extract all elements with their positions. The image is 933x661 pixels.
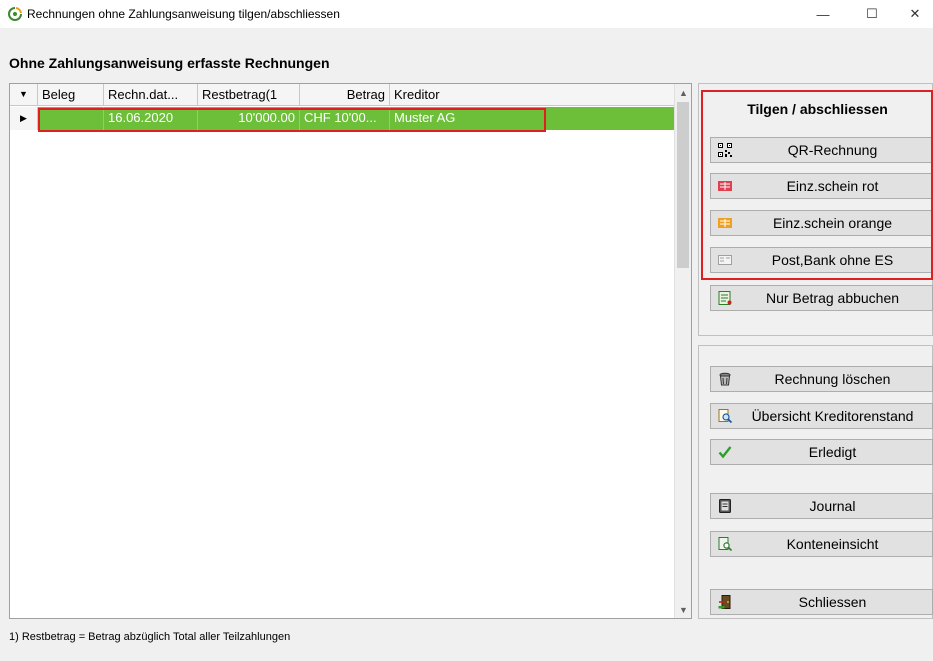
scroll-down-icon[interactable]: ▼ — [675, 601, 692, 618]
red-slip-icon — [718, 181, 732, 191]
window-title: Rechnungen ohne Zahlungsanweisung tilgen… — [27, 7, 340, 21]
invoice-grid[interactable]: ▼ Beleg Rechn.dat... Restbetrag(1 Betrag… — [9, 83, 692, 619]
schliessen-label: Schliessen — [798, 594, 867, 610]
cell-betrag[interactable]: CHF 10'00... — [300, 107, 390, 130]
table-row[interactable]: ▶ 16.06.2020 10'000.00 CHF 10'00... Must… — [10, 107, 674, 130]
konteneinsicht-label: Konteneinsicht — [786, 536, 879, 552]
column-header-beleg[interactable]: Beleg — [38, 84, 104, 106]
einzahlungsschein-rot-label: Einz.schein rot — [786, 178, 879, 194]
minimize-button[interactable]: — — [805, 0, 841, 28]
trash-icon — [719, 372, 731, 386]
account-view-icon — [718, 537, 732, 551]
magnifier-doc-icon — [718, 409, 732, 423]
journal-label: Journal — [809, 498, 856, 514]
vertical-scrollbar[interactable]: ▲ ▼ — [674, 84, 691, 618]
einzahlungsschein-orange-label: Einz.schein orange — [772, 215, 893, 231]
column-header-restbetrag[interactable]: Restbetrag(1 — [198, 84, 300, 106]
journal-button[interactable]: Journal — [710, 493, 933, 519]
footnote: 1) Restbetrag = Betrag abzüglich Total a… — [9, 631, 291, 643]
column-header-kreditor[interactable]: Kreditor — [390, 84, 674, 106]
page-title: Ohne Zahlungsanweisung erfasste Rechnung… — [9, 55, 330, 71]
close-button[interactable]: ✕ — [897, 0, 933, 28]
qr-code-icon — [718, 143, 732, 157]
post-bank-ohne-es-button[interactable]: Post,Bank ohne ES — [710, 247, 933, 273]
sort-icon[interactable]: ▼ — [10, 84, 38, 106]
grid-header: ▼ Beleg Rechn.dat... Restbetrag(1 Betrag… — [10, 84, 674, 106]
rechnung-loeschen-button[interactable]: Rechnung löschen — [710, 366, 933, 392]
orange-slip-icon — [718, 218, 732, 228]
konteneinsicht-button[interactable]: Konteneinsicht — [710, 531, 933, 557]
rechnung-loeschen-label: Rechnung löschen — [774, 371, 891, 387]
column-header-betrag[interactable]: Betrag — [300, 84, 390, 106]
erledigt-label: Erledigt — [808, 444, 857, 460]
cell-kreditor[interactable]: Muster AG — [390, 107, 674, 130]
einzahlungsschein-rot-button[interactable]: Einz.schein rot — [710, 173, 933, 199]
cell-beleg[interactable] — [38, 107, 104, 130]
grey-slip-icon — [718, 255, 732, 265]
settle-panel-title: Tilgen / abschliessen — [747, 101, 888, 117]
nur-betrag-abbuchen-button[interactable]: Nur Betrag abbuchen — [710, 285, 933, 311]
column-header-rechnungsdatum[interactable]: Rechn.dat... — [104, 84, 198, 106]
qr-rechnung-label: QR-Rechnung — [787, 142, 878, 158]
cell-restbetrag[interactable]: 10'000.00 — [198, 107, 300, 130]
post-bank-ohne-es-label: Post,Bank ohne ES — [771, 252, 894, 268]
exit-door-icon — [718, 595, 731, 609]
checkmark-icon — [718, 446, 732, 459]
uebersicht-kreditorenstand-button[interactable]: Übersicht Kreditorenstand — [710, 403, 933, 429]
scroll-up-icon[interactable]: ▲ — [675, 84, 692, 101]
journal-icon — [719, 499, 731, 513]
app-icon — [8, 7, 22, 21]
qr-rechnung-button[interactable]: QR-Rechnung — [710, 137, 933, 163]
nur-betrag-abbuchen-label: Nur Betrag abbuchen — [765, 290, 900, 306]
schliessen-button[interactable]: Schliessen — [710, 589, 933, 615]
cell-rechnungsdatum[interactable]: 16.06.2020 — [104, 107, 198, 130]
title-bar: Rechnungen ohne Zahlungsanweisung tilgen… — [0, 0, 933, 28]
uebersicht-kreditorenstand-label: Übersicht Kreditorenstand — [751, 408, 914, 424]
einzahlungsschein-orange-button[interactable]: Einz.schein orange — [710, 210, 933, 236]
maximize-button[interactable]: ☐ — [854, 0, 890, 28]
erledigt-button[interactable]: Erledigt — [710, 439, 933, 465]
row-pointer-icon: ▶ — [10, 107, 38, 130]
scrollbar-thumb[interactable] — [677, 102, 689, 268]
ledger-icon — [718, 291, 732, 305]
